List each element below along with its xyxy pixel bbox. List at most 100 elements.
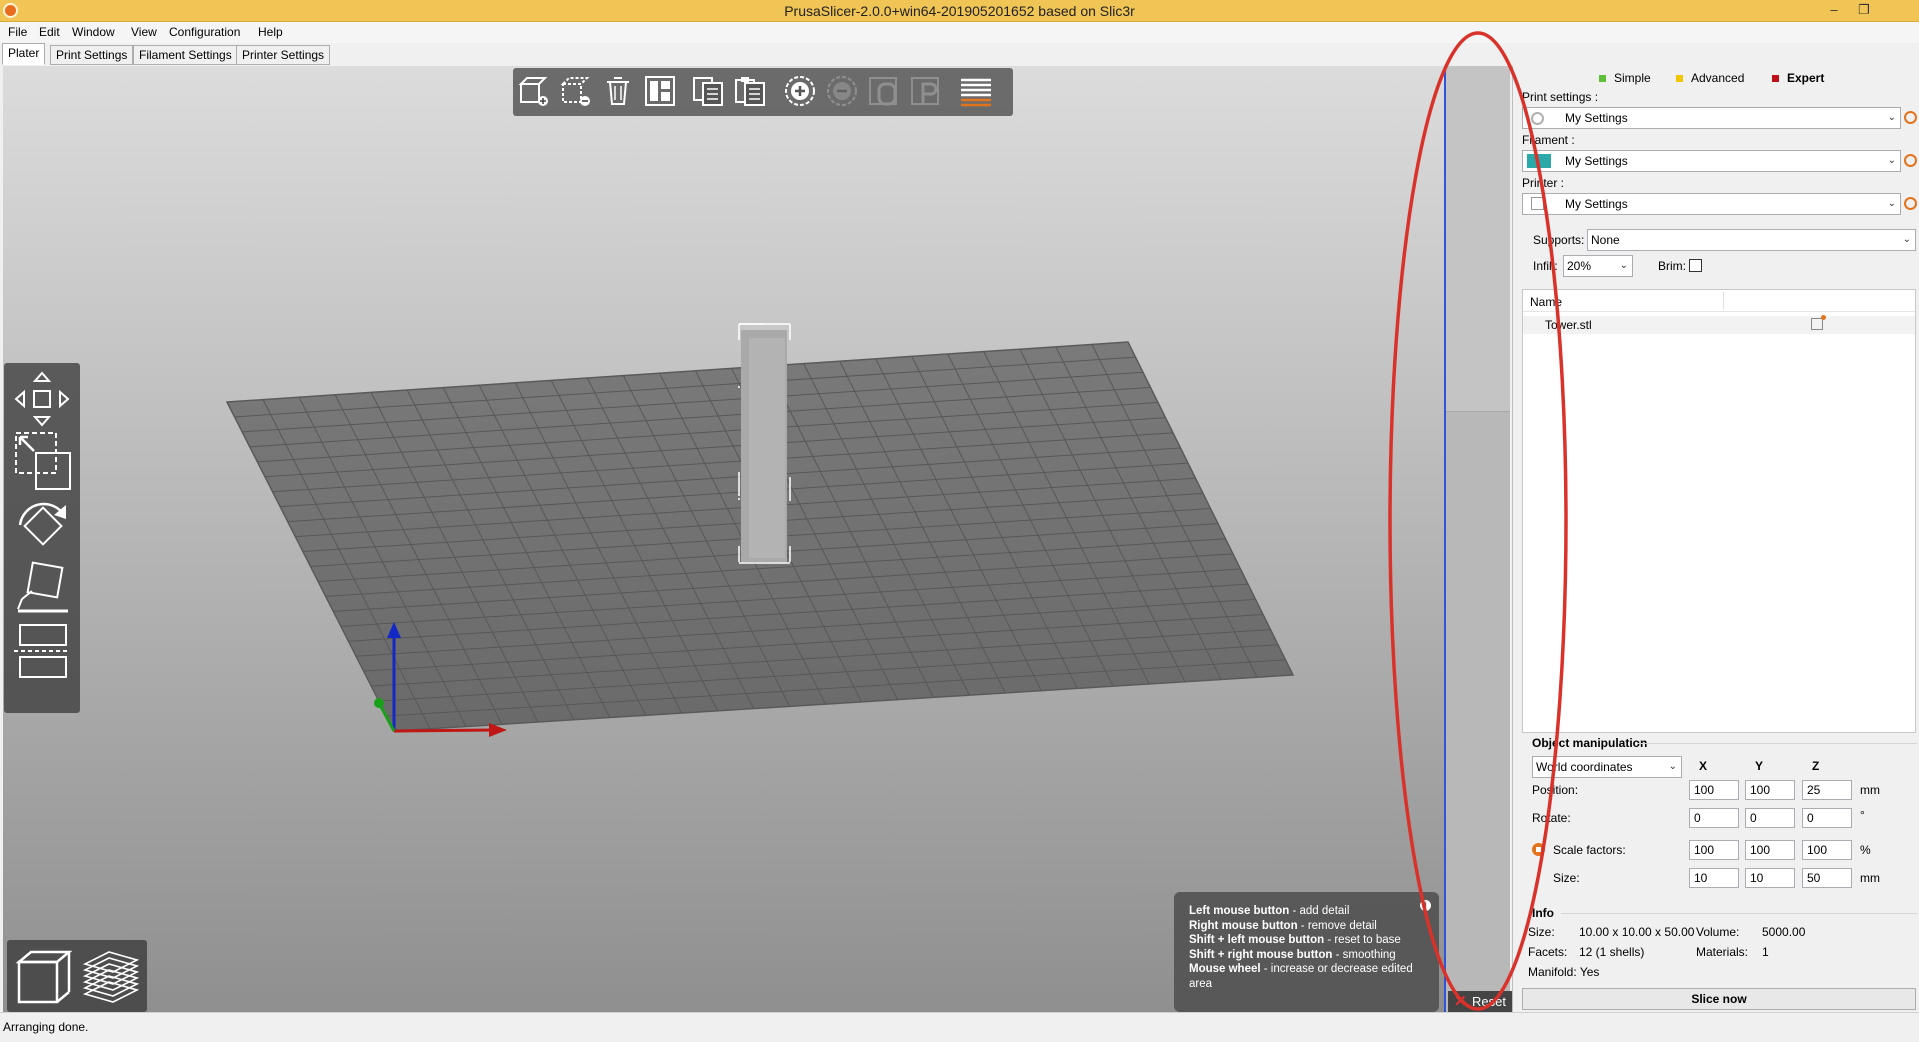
object-list-header: Name (1523, 290, 1915, 312)
paste-icon[interactable] (733, 74, 767, 108)
hint-line: Mouse wheel - increase or decrease edite… (1189, 963, 1413, 990)
size-label: Size: (1553, 871, 1580, 885)
scale-factors-label: Scale factors: (1553, 843, 1626, 857)
minimize-button[interactable]: – (1819, 0, 1849, 21)
position-z-field[interactable]: 25 (1802, 780, 1852, 800)
mode-simple-dot (1599, 75, 1606, 83)
remove-instance-icon[interactable] (825, 74, 859, 108)
size-unit: mm (1860, 871, 1880, 885)
slice-now-button[interactable]: Slice now (1522, 988, 1916, 1010)
preview-layers-icon[interactable] (79, 946, 141, 1008)
size-x-field[interactable]: 10 (1689, 868, 1739, 888)
layer-height-strip[interactable] (1446, 66, 1510, 1012)
column-separator (1723, 292, 1724, 310)
printer-edit-icon[interactable] (1904, 197, 1917, 210)
print-gear-icon (1531, 112, 1544, 125)
infill-select[interactable]: 20% ⌄ (1563, 255, 1633, 277)
info-materials-label: Materials: (1696, 945, 1749, 959)
chevron-down-icon: ⌄ (1887, 155, 1896, 166)
cut-icon[interactable] (10, 619, 74, 683)
3d-viewport[interactable]: i Left mouse button - add detail Right m… (3, 66, 1446, 1012)
arrange-icon[interactable] (643, 74, 677, 108)
place-on-face-icon[interactable] (10, 555, 74, 619)
tab-bar: Plater Print Settings Filament Settings … (0, 43, 1919, 65)
position-unit: mm (1860, 783, 1880, 797)
hint-line: Shift + right mouse button - smoothing (1189, 948, 1396, 961)
printer-combo[interactable]: My Settings ⌄ (1522, 193, 1901, 215)
close-icon: ✕ (1454, 993, 1467, 1010)
printer-icon (1531, 197, 1544, 210)
rotate-z-field[interactable]: 0 (1802, 808, 1852, 828)
print-settings-combo[interactable]: My Settings ⌄ (1522, 107, 1901, 129)
filament-combo[interactable]: My Settings ⌄ (1522, 150, 1901, 172)
delete-object-icon[interactable] (559, 74, 593, 108)
divider (1561, 913, 1917, 914)
delete-all-icon[interactable] (601, 74, 635, 108)
restore-button[interactable]: ❐ (1849, 0, 1879, 21)
print-settings-edit-icon[interactable] (1904, 111, 1917, 124)
tab-printer-settings[interactable]: Printer Settings (236, 45, 331, 65)
menu-configuration[interactable]: Configuration (169, 25, 240, 39)
chevron-down-icon: ⌄ (1887, 198, 1896, 209)
supports-select[interactable]: None ⌄ (1587, 229, 1916, 251)
mode-expert-dot (1772, 75, 1779, 83)
scale-y-field[interactable]: 100 (1745, 840, 1795, 860)
info-facets-value: 12 (1 shells) (1579, 945, 1645, 959)
3d-view-icon[interactable] (13, 946, 75, 1008)
info-facets-label: Facets: (1528, 945, 1568, 959)
chevron-down-icon: ⌄ (1887, 112, 1896, 123)
sidebar: Simple Advanced Expert Print settings : … (1512, 66, 1919, 1012)
size-z-field[interactable]: 50 (1802, 868, 1852, 888)
menu-help[interactable]: Help (258, 25, 283, 39)
scale-x-field[interactable]: 100 (1689, 840, 1739, 860)
hint-line: Left mouse button - add detail (1189, 905, 1350, 917)
add-object-icon[interactable] (517, 74, 551, 108)
split-to-parts-icon[interactable] (909, 74, 943, 108)
axis-x-header: X (1699, 759, 1708, 773)
scale-icon[interactable] (10, 429, 74, 493)
copy-icon[interactable] (691, 74, 725, 108)
object-list[interactable]: Name Tower.stl (1522, 289, 1916, 733)
rotate-y-field[interactable]: 0 (1745, 808, 1795, 828)
lock-icon[interactable] (1532, 843, 1545, 856)
position-x-field[interactable]: 100 (1689, 780, 1739, 800)
hint-line: Shift + left mouse button - reset to bas… (1189, 934, 1401, 947)
edit-settings-icon[interactable] (1811, 315, 1826, 330)
menu-edit[interactable]: Edit (39, 25, 60, 39)
info-size-value: 10.00 x 10.00 x 50.00 (1579, 925, 1695, 939)
hint-line: Right mouse button - remove detail (1189, 919, 1377, 932)
add-instance-icon[interactable] (783, 74, 817, 108)
tab-filament-settings[interactable]: Filament Settings (133, 45, 238, 65)
name-column-header[interactable]: Name (1530, 295, 1562, 309)
status-text: Arranging done. (3, 1020, 89, 1034)
brim-checkbox[interactable] (1689, 259, 1702, 272)
position-y-field[interactable]: 100 (1745, 780, 1795, 800)
mode-advanced[interactable]: Advanced (1676, 71, 1744, 85)
print-settings-label: Print settings : (1522, 90, 1599, 104)
reset-button[interactable]: ✕ Reset (1448, 991, 1514, 1013)
size-y-field[interactable]: 10 (1745, 868, 1795, 888)
menu-file[interactable]: File (8, 25, 27, 39)
chevron-down-icon: ⌄ (1902, 234, 1911, 245)
filament-edit-icon[interactable] (1904, 154, 1917, 167)
status-bar: Arranging done. (0, 1012, 1919, 1042)
tower-object (738, 323, 791, 564)
info-size-label: Size: (1528, 925, 1555, 939)
mode-expert[interactable]: Expert (1772, 71, 1824, 85)
rotate-icon[interactable] (10, 491, 74, 555)
chevron-down-icon: ⌄ (1619, 260, 1628, 271)
scale-z-field[interactable]: 100 (1802, 840, 1852, 860)
mode-advanced-dot (1676, 75, 1683, 83)
layer-editing-icon[interactable] (959, 74, 993, 108)
info-title: Info (1532, 906, 1554, 920)
move-icon[interactable] (10, 367, 74, 431)
split-to-objects-icon[interactable] (867, 74, 901, 108)
menu-view[interactable]: View (131, 25, 157, 39)
menu-window[interactable]: Window (72, 25, 115, 39)
mode-simple[interactable]: Simple (1599, 71, 1651, 85)
tab-print-settings[interactable]: Print Settings (50, 45, 134, 65)
tab-plater[interactable]: Plater (2, 43, 46, 65)
rotate-x-field[interactable]: 0 (1689, 808, 1739, 828)
coordinate-system-select[interactable]: World coordinates ⌄ (1532, 756, 1682, 778)
list-item[interactable]: Tower.stl (1523, 315, 1915, 334)
